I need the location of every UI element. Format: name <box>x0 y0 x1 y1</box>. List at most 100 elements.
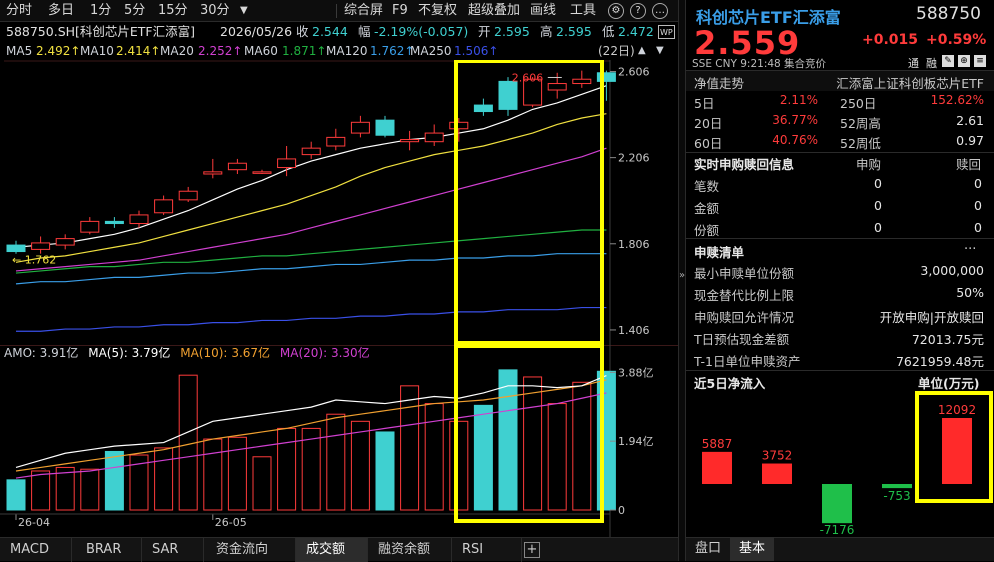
more-icon[interactable]: ≡ <box>974 55 986 67</box>
inflow-bar[interactable] <box>762 463 792 484</box>
add-indicator-button[interactable]: + <box>524 542 540 558</box>
tab-rsi[interactable]: RSI <box>452 538 522 562</box>
tab-timeshare[interactable]: 分时 <box>6 0 32 22</box>
inflow-value-label: -753 <box>883 489 910 503</box>
dropdown-icon[interactable]: ▼ <box>656 42 664 60</box>
volume-bar[interactable] <box>547 403 567 511</box>
volume-bar[interactable] <box>31 470 51 511</box>
tools-button[interactable]: 工具 <box>570 0 596 22</box>
volume-bar[interactable] <box>252 456 272 511</box>
inflow-bar[interactable] <box>882 484 912 489</box>
nav-title[interactable]: 净值走势 <box>694 73 744 92</box>
candle-body <box>80 220 100 233</box>
period-dropdown-icon[interactable]: ▼ <box>240 0 248 22</box>
vol-ma20-label: MA(20): <box>279 346 328 360</box>
ma20-label: MA20 <box>160 44 194 58</box>
inflow-bar[interactable] <box>822 484 852 524</box>
vol-ma10-value: 3.67亿 <box>231 346 271 360</box>
volume-bar[interactable] <box>203 438 223 511</box>
close-label: 收 <box>296 24 309 39</box>
candle-body <box>449 121 469 130</box>
tab-30min[interactable]: 30分 <box>200 0 230 22</box>
settings-icon[interactable]: ⚙ <box>608 3 624 19</box>
volume-bar[interactable] <box>523 376 543 511</box>
candle-body <box>178 190 198 201</box>
tab-1min[interactable]: 1分 <box>90 0 111 22</box>
link-icon[interactable]: ⊕ <box>958 55 970 67</box>
inflow-value-label: 5887 <box>702 437 733 451</box>
volume-bar[interactable] <box>301 427 321 511</box>
tab-sar[interactable]: SAR <box>142 538 204 562</box>
volume-bar[interactable] <box>375 431 395 511</box>
volume-bar[interactable] <box>326 413 346 511</box>
ma-legend-row: MA5 2.492↑ MA10 2.414↑ MA20 2.252↑ MA60 … <box>0 42 678 60</box>
period-toolbar: 分时 多日 1分 5分 15分 30分 ▼ 综合屏 F9 不复权 超级叠加 画线… <box>0 0 678 22</box>
volume-bar[interactable] <box>473 404 493 511</box>
volume-bar[interactable] <box>55 466 75 511</box>
volume-legend: AMO: 3.91亿 MA(5): 3.79亿 MA(10): 3.67亿 MA… <box>4 345 370 361</box>
volume-bar[interactable] <box>104 450 124 511</box>
nav-period-value: 36.77% <box>772 113 818 127</box>
realtime-buy-value: 0 <box>874 176 882 191</box>
panel-splitter[interactable]: » <box>678 0 686 561</box>
super-overlay-button[interactable]: 超级叠加 <box>468 0 520 22</box>
volume-bar[interactable] <box>449 420 469 511</box>
nav-stat-value: 2.61 <box>956 113 984 128</box>
volume-bar[interactable] <box>6 479 26 511</box>
candle-body <box>424 132 444 143</box>
nav-period-value: 2.11% <box>779 93 818 107</box>
inflow-bar[interactable] <box>702 451 732 484</box>
tab-basic[interactable]: 基本 <box>730 537 774 561</box>
edit-icon[interactable]: ✎ <box>942 55 954 67</box>
volume-chart[interactable]: 3.88亿 1.94亿 0 26-04 26-05 <box>0 345 678 537</box>
redemption-row-value: 50% <box>956 285 984 300</box>
volume-bar[interactable] <box>277 427 297 511</box>
tab-5min[interactable]: 5分 <box>124 0 145 22</box>
composite-screen-button[interactable]: 综合屏 <box>344 0 383 22</box>
volume-bar[interactable] <box>498 369 518 511</box>
candle-body <box>572 78 592 85</box>
tab-order-book[interactable]: 盘口 <box>686 537 730 561</box>
expand-chevron-icon[interactable]: » <box>679 270 685 281</box>
tab-brar[interactable]: BRAR <box>76 538 142 562</box>
volume-bar[interactable] <box>400 385 420 511</box>
low-label: 低 <box>602 24 615 39</box>
volume-bar[interactable] <box>424 403 444 511</box>
tab-15min[interactable]: 15分 <box>158 0 188 22</box>
ma5-label: MA5 <box>6 44 33 58</box>
collapse-icon[interactable]: ▲ <box>638 42 646 60</box>
tab-turnover[interactable]: 成交额 <box>296 538 368 562</box>
redemption-row-label: 现金替代比例上限 <box>694 288 795 303</box>
tab-multiday[interactable]: 多日 <box>48 0 74 22</box>
candle-body <box>473 104 493 113</box>
help-icon[interactable]: ? <box>630 3 646 19</box>
nav-stat-label: 52周高 <box>840 116 881 131</box>
vol-ma20-value: 3.30亿 <box>330 346 370 360</box>
tab-margin-balance[interactable]: 融资余额 <box>368 538 452 562</box>
redemption-more-button[interactable]: ... <box>964 238 976 253</box>
volume-bar[interactable] <box>154 447 174 511</box>
wp-badge[interactable]: WP <box>658 25 675 39</box>
open-value: 2.595 <box>494 24 530 39</box>
ma10-value: 2.414↑ <box>116 44 161 58</box>
f9-button[interactable]: F9 <box>392 0 408 22</box>
toolbar-divider <box>336 4 337 18</box>
draw-line-button[interactable]: 画线 <box>530 0 556 22</box>
nav-period-value: 40.76% <box>772 133 818 147</box>
realtime-row-label: 金额 <box>694 201 720 216</box>
tab-macd[interactable]: MACD <box>0 538 72 562</box>
amo-value: 3.91亿 <box>39 346 79 360</box>
volume-bar[interactable] <box>350 420 370 511</box>
tab-capital-flow[interactable]: 资金流向 <box>206 538 296 562</box>
no-adjust-button[interactable]: 不复权 <box>418 0 457 22</box>
chat-icon[interactable]: … <box>652 3 668 19</box>
candlestick-chart[interactable]: 2.606 2.206 1.806 1.406 2.606 ← 1.762 <box>0 60 678 345</box>
ma250-value: 1.506↑ <box>454 44 499 58</box>
inflow-bar[interactable] <box>942 418 972 484</box>
volume-bar[interactable] <box>80 468 100 511</box>
realtime-buy-value: 0 <box>874 220 882 235</box>
nav-stat-label: 250日 <box>840 96 877 111</box>
realtime-row-label: 份额 <box>694 223 720 238</box>
volume-bar[interactable] <box>572 381 592 511</box>
security-name: 588750.SH[科创芯片ETF汇添富] <box>6 24 196 39</box>
